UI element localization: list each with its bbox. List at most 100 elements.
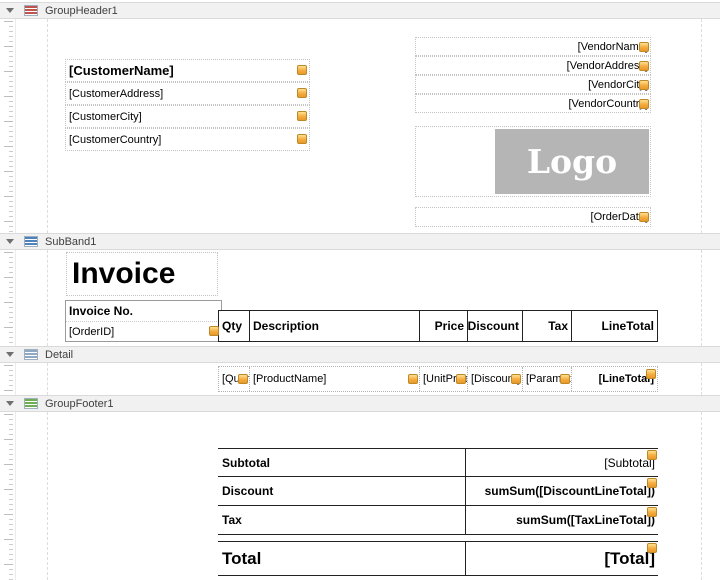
margin-guide-right bbox=[701, 363, 702, 395]
smart-tag-icon[interactable] bbox=[408, 374, 418, 384]
band-header-groupheader1[interactable]: GroupHeader1 bbox=[0, 2, 720, 19]
field-vendor-city[interactable]: [VendorCity] bbox=[415, 75, 651, 94]
cell-unit-price[interactable]: [UnitPrice] bbox=[419, 367, 467, 391]
cell-quantity[interactable]: [Quantity] bbox=[219, 367, 249, 391]
collapse-arrow-icon[interactable] bbox=[6, 352, 14, 357]
smart-tag-icon[interactable] bbox=[297, 111, 307, 121]
column-header-qty[interactable]: Qty bbox=[219, 311, 249, 341]
field-text: [CustomerCountry] bbox=[69, 134, 161, 146]
field-text: Total bbox=[222, 549, 261, 569]
vertical-ruler bbox=[0, 412, 16, 580]
total-label[interactable]: Total bbox=[218, 542, 466, 575]
field-order-date[interactable]: [OrderDate] bbox=[415, 207, 651, 227]
field-text: [VendorAddress] bbox=[567, 60, 648, 72]
cell-line-total[interactable]: [LineTotal] bbox=[571, 367, 657, 391]
field-tax-sum[interactable]: sumSum([TaxLineTotal]) bbox=[466, 506, 658, 534]
vertical-ruler bbox=[0, 363, 16, 395]
band-groupheader1-surface[interactable]: [VendorName] [VendorAddress] [VendorCity… bbox=[0, 19, 720, 233]
field-vendor-country[interactable]: [VendorCountry] bbox=[415, 94, 651, 113]
smart-tag-icon[interactable] bbox=[297, 65, 307, 75]
summary-row-discount: Discount sumSum([DiscountLineTotal]) bbox=[218, 477, 658, 506]
smart-tag-icon[interactable] bbox=[511, 374, 521, 384]
field-subtotal[interactable]: [Subtotal] bbox=[466, 449, 658, 476]
band-detail-surface[interactable]: [Quantity] [ProductName] [UnitPrice] [Di… bbox=[0, 363, 720, 395]
field-text: [VendorName] bbox=[578, 41, 648, 53]
smart-tag-icon[interactable] bbox=[456, 374, 466, 384]
cell-product-name[interactable]: [ProductName] bbox=[249, 367, 419, 391]
band-title: GroupHeader1 bbox=[45, 5, 118, 17]
field-text: Tax bbox=[222, 513, 242, 527]
field-discount-sum[interactable]: sumSum([DiscountLineTotal]) bbox=[466, 477, 658, 505]
smart-tag-icon[interactable] bbox=[639, 42, 649, 52]
band-header-detail[interactable]: Detail bbox=[0, 346, 720, 363]
band-groupfooter1-surface[interactable]: Subtotal [Subtotal] Discount sumSum([Dis… bbox=[0, 412, 720, 580]
logo-text: Logo bbox=[527, 142, 617, 181]
detail-band-icon bbox=[24, 349, 38, 360]
summary-row-subtotal: Subtotal [Subtotal] bbox=[218, 448, 658, 477]
column-header-linetotal[interactable]: LineTotal bbox=[571, 311, 657, 341]
margin-guide-right bbox=[701, 19, 702, 233]
logo-image[interactable]: Logo bbox=[495, 129, 649, 194]
field-vendor-address[interactable]: [VendorAddress] bbox=[415, 56, 651, 75]
field-text: [CustomerAddress] bbox=[69, 88, 163, 100]
summary-row-tax: Tax sumSum([TaxLineTotal]) bbox=[218, 506, 658, 535]
discount-label[interactable]: Discount bbox=[218, 477, 466, 505]
smart-tag-icon[interactable] bbox=[238, 374, 248, 384]
band-title: Detail bbox=[45, 349, 73, 361]
collapse-arrow-icon[interactable] bbox=[6, 401, 14, 406]
field-text: Discount bbox=[222, 484, 273, 498]
band-subband1-surface[interactable]: Invoice Invoice No. [OrderID] Qty Descri… bbox=[0, 250, 720, 346]
smart-tag-icon[interactable] bbox=[297, 134, 307, 144]
field-text: [ProductName] bbox=[253, 373, 326, 385]
margin-guide-left bbox=[47, 250, 48, 346]
field-text: Invoice No. bbox=[69, 304, 133, 318]
invoice-table-header: Qty Description Price Discount Tax LineT… bbox=[218, 310, 658, 342]
field-text: [OrderID] bbox=[69, 326, 114, 338]
field-text: Price bbox=[435, 319, 464, 333]
column-header-description[interactable]: Description bbox=[249, 311, 419, 341]
cell-tax[interactable]: [ParameterTax] bbox=[522, 367, 571, 391]
smart-tag-icon[interactable] bbox=[646, 369, 656, 379]
tax-label[interactable]: Tax bbox=[218, 506, 466, 534]
field-customer-country[interactable]: [CustomerCountry] bbox=[65, 128, 310, 151]
collapse-arrow-icon[interactable] bbox=[6, 239, 14, 244]
invoice-no-label[interactable]: Invoice No. bbox=[66, 301, 221, 321]
field-vendor-name[interactable]: [VendorName] bbox=[415, 37, 651, 56]
column-header-tax[interactable]: Tax bbox=[522, 311, 571, 341]
smart-tag-icon[interactable] bbox=[647, 450, 657, 460]
band-title: GroupFooter1 bbox=[45, 398, 113, 410]
logo-picture-box[interactable]: Logo bbox=[415, 126, 651, 197]
smart-tag-icon[interactable] bbox=[639, 212, 649, 222]
report-designer-surface: GroupHeader1 [VendorName] [VendorAddress… bbox=[0, 0, 720, 580]
column-header-discount[interactable]: Discount bbox=[467, 311, 522, 341]
smart-tag-icon[interactable] bbox=[647, 507, 657, 517]
smart-tag-icon[interactable] bbox=[560, 374, 570, 384]
column-header-price[interactable]: Price bbox=[419, 311, 467, 341]
detail-table-row: [Quantity] [ProductName] [UnitPrice] [Di… bbox=[218, 366, 658, 392]
smart-tag-icon[interactable] bbox=[639, 99, 649, 109]
field-text: Qty bbox=[222, 319, 242, 333]
smart-tag-icon[interactable] bbox=[647, 478, 657, 488]
collapse-arrow-icon[interactable] bbox=[6, 8, 14, 13]
field-customer-name[interactable]: [CustomerName] bbox=[65, 59, 310, 82]
smart-tag-icon[interactable] bbox=[639, 80, 649, 90]
cell-discount[interactable]: [Discount] bbox=[467, 367, 522, 391]
field-order-id[interactable]: [OrderID] bbox=[66, 321, 221, 341]
invoice-no-box[interactable]: Invoice No. [OrderID] bbox=[65, 300, 222, 342]
band-header-subband1[interactable]: SubBand1 bbox=[0, 233, 720, 250]
summary-table: Subtotal [Subtotal] Discount sumSum([Dis… bbox=[218, 448, 658, 576]
subtotal-label[interactable]: Subtotal bbox=[218, 449, 466, 476]
field-customer-address[interactable]: [CustomerAddress] bbox=[65, 82, 310, 105]
field-text: Subtotal bbox=[222, 456, 270, 470]
group-footer-band-icon bbox=[24, 398, 38, 409]
smart-tag-icon[interactable] bbox=[647, 543, 657, 553]
field-text: [VendorCountry] bbox=[569, 98, 649, 110]
smart-tag-icon[interactable] bbox=[639, 61, 649, 71]
vertical-ruler bbox=[0, 19, 16, 233]
field-customer-city[interactable]: [CustomerCity] bbox=[65, 105, 310, 128]
band-header-groupfooter1[interactable]: GroupFooter1 bbox=[0, 395, 720, 412]
smart-tag-icon[interactable] bbox=[297, 88, 307, 98]
smart-tag-icon[interactable] bbox=[209, 326, 219, 336]
invoice-title-label[interactable]: Invoice bbox=[66, 252, 218, 296]
field-total[interactable]: [Total] bbox=[466, 542, 658, 575]
